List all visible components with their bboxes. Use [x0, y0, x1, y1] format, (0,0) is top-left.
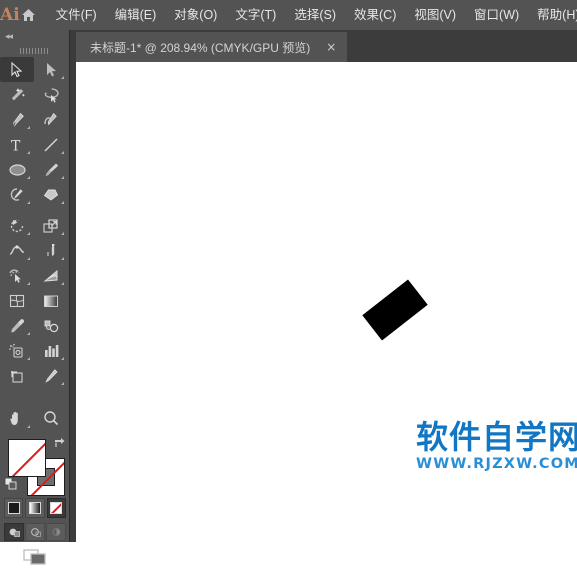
illustrator-window: Ai 文件(F) 编辑(E) 对象(O) 文字(T) 选择(S) 效果(C) 视…: [0, 0, 577, 565]
draw-normal-button[interactable]: [4, 523, 24, 541]
gradient-tool[interactable]: [34, 288, 68, 313]
menu-item-effect[interactable]: 效果(C): [345, 0, 405, 30]
menu-item-object[interactable]: 对象(O): [165, 0, 226, 30]
direct-selection-tool[interactable]: [34, 57, 68, 82]
ellipse-tool[interactable]: [0, 157, 34, 182]
watermark: 软件自学网 WWW.RJZXW.COM: [416, 418, 577, 473]
blend-tool[interactable]: [34, 313, 68, 338]
scale-tool[interactable]: [34, 213, 68, 238]
fill-stroke-controls: [0, 435, 69, 501]
perspective-grid-tool[interactable]: [34, 263, 68, 288]
menu-item-edit[interactable]: 编辑(E): [106, 0, 166, 30]
column-graph-tool[interactable]: [34, 338, 68, 363]
draw-behind-button[interactable]: [25, 523, 45, 541]
gradient-mode-button[interactable]: [25, 498, 45, 518]
artboard-tool[interactable]: [0, 363, 34, 388]
fill-swatch[interactable]: [8, 439, 46, 477]
rotated-rectangle[interactable]: [362, 279, 428, 341]
eraser-tool[interactable]: [34, 182, 68, 207]
draw-inside-button[interactable]: [46, 523, 66, 541]
swap-fill-stroke-icon[interactable]: [52, 436, 66, 450]
panel-grip[interactable]: [0, 45, 69, 57]
menu-item-select[interactable]: 选择(S): [285, 0, 345, 30]
menu-item-file[interactable]: 文件(F): [47, 0, 106, 30]
lasso-tool[interactable]: [34, 82, 68, 107]
hand-tool[interactable]: [0, 406, 34, 431]
document-tab[interactable]: 未标题-1* @ 208.94% (CMYK/GPU 预览) ×: [76, 32, 348, 62]
none-mode-button[interactable]: [46, 498, 66, 518]
draw-mode-row: [4, 522, 66, 542]
document-tab-bar: 未标题-1* @ 208.94% (CMYK/GPU 预览) ×: [0, 30, 577, 62]
document-tab-title: 未标题-1* @ 208.94% (CMYK/GPU 预览): [90, 40, 311, 55]
menu-item-help[interactable]: 帮助(H): [528, 0, 577, 30]
menu-item-window[interactable]: 窗口(W): [465, 0, 528, 30]
type-tool[interactable]: T: [0, 132, 34, 157]
shaper-tool[interactable]: [0, 182, 34, 207]
free-transform-tool[interactable]: [34, 238, 68, 263]
curvature-tool[interactable]: [34, 107, 68, 132]
paintbrush-tool[interactable]: [34, 157, 68, 182]
app-logo: Ai: [0, 5, 20, 25]
slice-tool[interactable]: [34, 363, 68, 388]
tools-panel: ◂◂ T: [0, 30, 70, 565]
color-mode-button[interactable]: [4, 498, 24, 518]
mesh-tool[interactable]: [0, 288, 34, 313]
menu-bar: Ai 文件(F) 编辑(E) 对象(O) 文字(T) 选择(S) 效果(C) 视…: [0, 0, 577, 30]
line-segment-tool[interactable]: [34, 132, 68, 157]
menu-item-list: 文件(F) 编辑(E) 对象(O) 文字(T) 选择(S) 效果(C) 视图(V…: [47, 0, 577, 30]
tools-panel-header: ◂◂: [0, 30, 69, 44]
change-screen-mode-button[interactable]: [0, 544, 69, 570]
navigation-tools: [0, 406, 69, 431]
menu-item-view[interactable]: 视图(V): [405, 0, 465, 30]
width-tool[interactable]: [0, 238, 34, 263]
collapse-panel-icon[interactable]: ◂◂: [5, 32, 13, 41]
magic-wand-tool[interactable]: [0, 82, 34, 107]
watermark-en-text: WWW.RJZXW.COM: [416, 456, 577, 472]
none-slash-icon: [9, 440, 45, 476]
close-icon[interactable]: ×: [326, 41, 336, 53]
eyedropper-tool[interactable]: [0, 313, 34, 338]
pen-tool[interactable]: [0, 107, 34, 132]
selection-tool[interactable]: [0, 57, 34, 82]
default-fill-stroke-icon[interactable]: [4, 477, 18, 491]
shape-builder-tool[interactable]: [0, 263, 34, 288]
watermark-cn-text: 软件自学网: [416, 418, 577, 456]
menu-item-type[interactable]: 文字(T): [226, 0, 285, 30]
zoom-tool[interactable]: [34, 406, 68, 431]
tool-grid: T: [0, 57, 69, 388]
symbol-sprayer-tool[interactable]: [0, 338, 34, 363]
color-mode-row: [4, 497, 66, 519]
rotate-tool[interactable]: [0, 213, 34, 238]
tools-list: T: [0, 57, 69, 388]
svg-text:T: T: [11, 138, 21, 153]
home-icon[interactable]: [20, 0, 37, 30]
